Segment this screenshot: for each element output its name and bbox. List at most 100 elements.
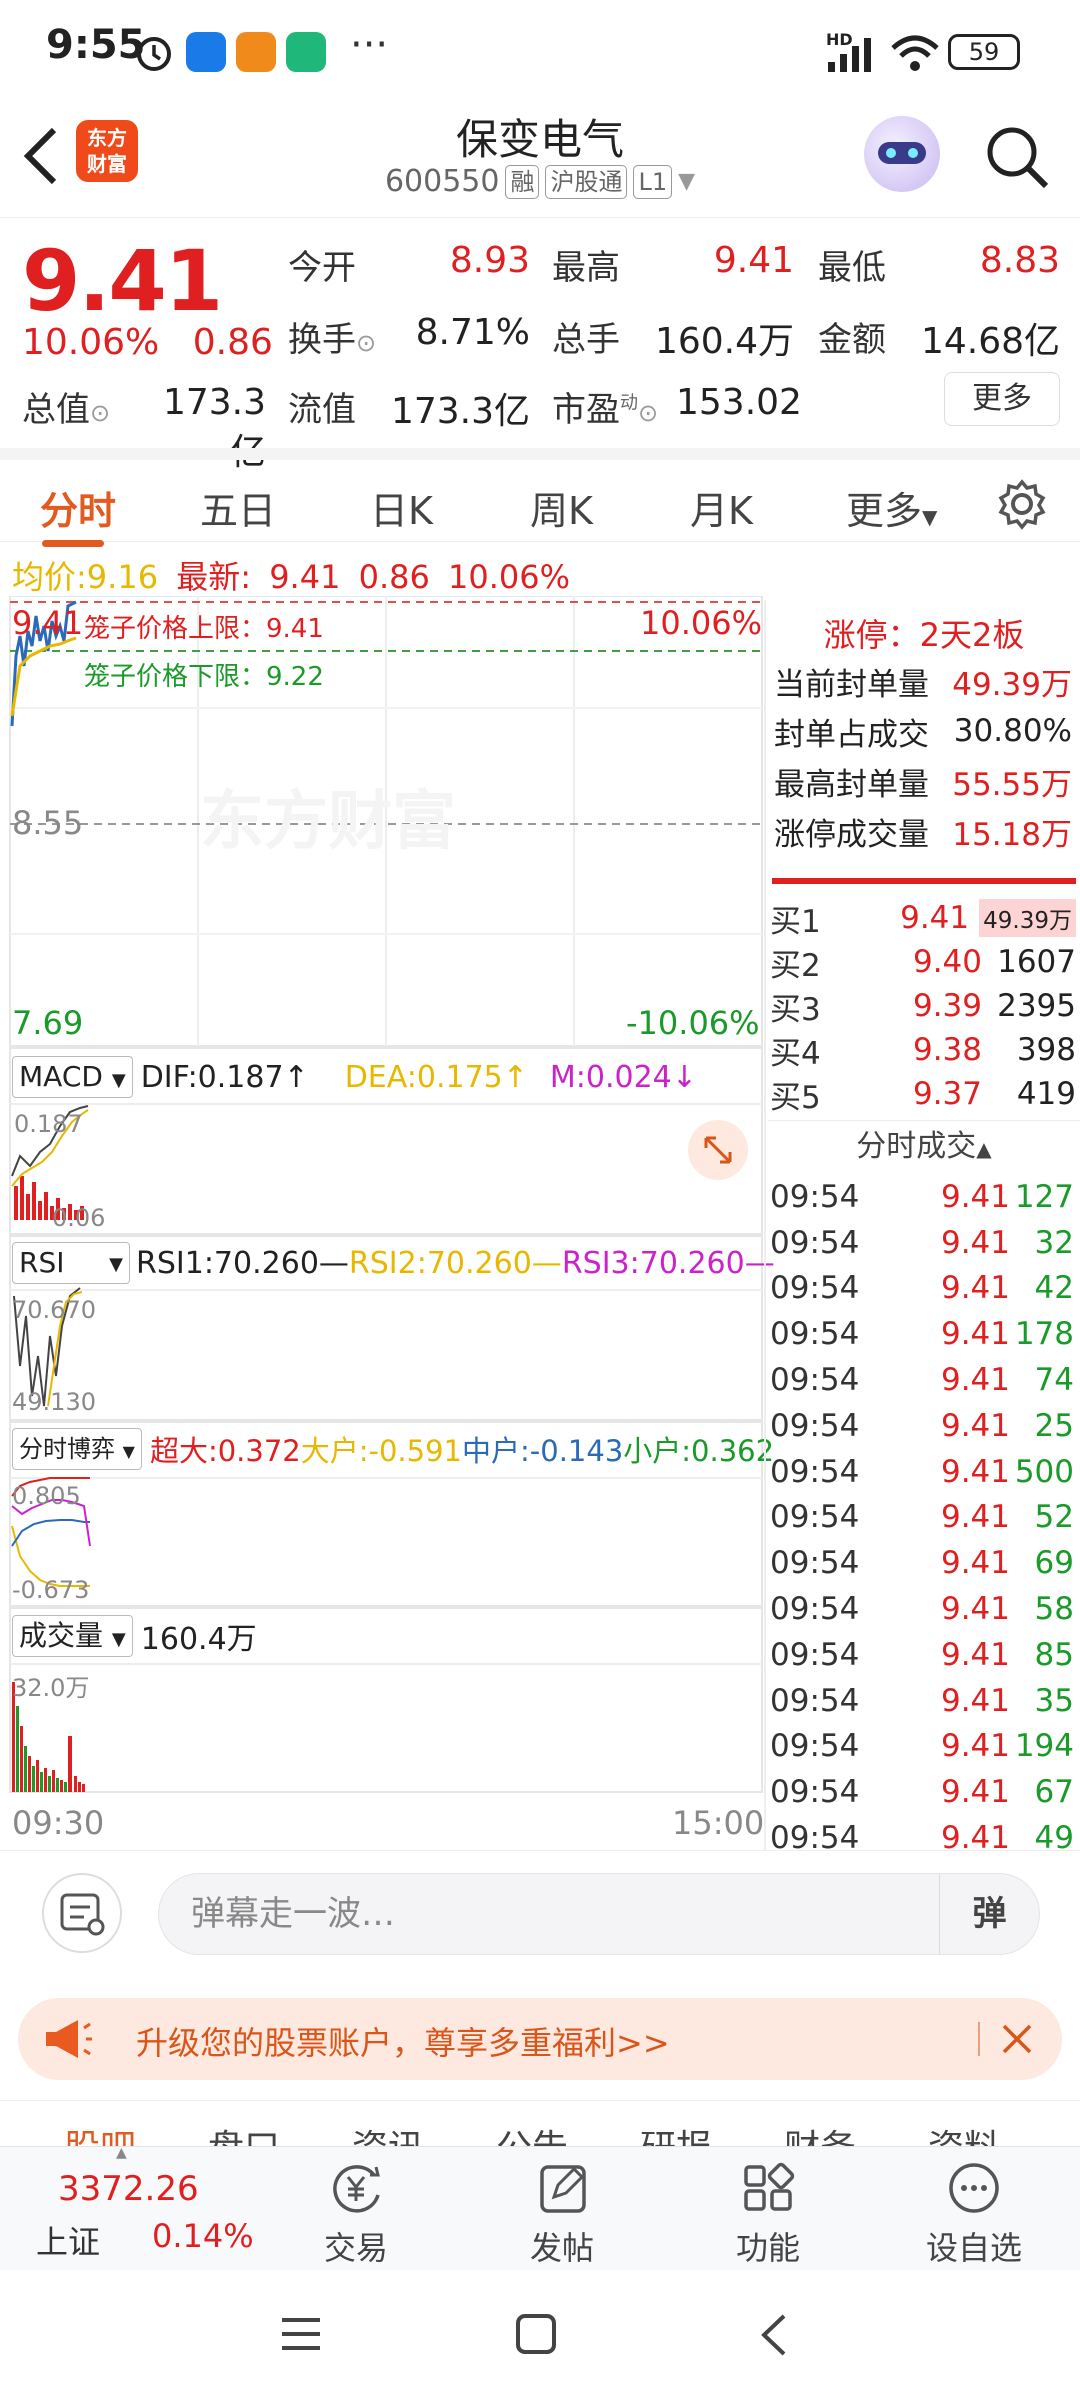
index-name: 上证	[36, 2223, 101, 2261]
trades-header[interactable]: 分时成交▲	[768, 1120, 1080, 1174]
info-tabs: 股吧 盘口 资讯 公告 研报 财务 资料	[0, 2100, 1080, 2146]
back-chevron-icon[interactable]	[756, 2312, 792, 2358]
info-tab-orderbook[interactable]: 盘口	[208, 2119, 280, 2146]
comment-list-icon[interactable]	[42, 1873, 122, 1953]
trade-price: 9.41	[940, 1591, 1010, 1628]
yuan-circle-icon	[333, 2165, 380, 2213]
bid-price: 9.38	[912, 1032, 982, 1068]
limit-row-value: 49.39万	[952, 666, 1072, 703]
turnover-label[interactable]: 换手⊙	[288, 312, 376, 361]
menu-icon[interactable]	[278, 2314, 324, 2354]
price-axis-top: 9.41	[12, 604, 84, 642]
market-cap-label[interactable]: 总值⊙	[22, 382, 110, 431]
pct-axis-bottom: -10.06%	[626, 1004, 760, 1042]
bid-row[interactable]: 买4 9.38 398	[768, 1028, 1080, 1072]
avg-label: 均价:	[12, 558, 87, 596]
bottom-nav: ▲ 3372.26 上证 0.14% 交易 发帖 功能 设自选	[0, 2145, 1080, 2270]
grid-icon	[744, 2162, 795, 2211]
limit-row: 封单占成交 30.80%	[768, 706, 1080, 756]
trade-price: 9.41	[940, 1270, 1010, 1307]
trade-row: 09:54 9.41 194	[768, 1724, 1080, 1770]
trade-price: 9.41	[940, 1224, 1010, 1261]
tab-weekly-k[interactable]: 周K	[530, 480, 593, 535]
limit-row-value: 30.80%	[953, 713, 1072, 749]
nav-post[interactable]: 发帖	[492, 2161, 632, 2269]
more-quote-button[interactable]: 更多	[944, 372, 1060, 426]
limit-row-value: 55.55万	[952, 766, 1072, 803]
trade-price: 9.41	[940, 1728, 1010, 1765]
bid-row[interactable]: 买3 9.39 2395	[768, 984, 1080, 1028]
volume-axis-top: 32.0万	[12, 1674, 90, 1702]
trade-volume: 67	[1034, 1774, 1074, 1811]
pe-label[interactable]: 市盈动⊙	[552, 382, 658, 431]
gear-icon[interactable]	[996, 478, 1048, 530]
tab-monthly-k[interactable]: 月K	[690, 480, 753, 535]
rsi-selector[interactable]: RSI ▼	[12, 1242, 130, 1284]
trade-row: 09:54 9.41 74	[768, 1357, 1080, 1403]
time-axis-start: 09:30	[12, 1804, 105, 1842]
index-value[interactable]: 3372.26	[58, 2169, 199, 2209]
info-tab-finance[interactable]: 财务	[784, 2119, 856, 2146]
bid-volume: 49.39万	[979, 899, 1076, 937]
promo-banner[interactable]: 升级您的股票账户，尊享多重福利>>	[18, 1998, 1062, 2080]
bid-label: 买3	[770, 991, 821, 1028]
tab-daily-k[interactable]: 日K	[370, 480, 433, 535]
danmaku-send-button[interactable]: 弹	[939, 1874, 1039, 1954]
nav-functions[interactable]: 功能	[698, 2161, 838, 2269]
trade-price: 9.41	[940, 1407, 1010, 1444]
trade-row: 09:54 9.41 58	[768, 1586, 1080, 1632]
promo-divider	[978, 2022, 980, 2056]
low-label: 最低	[818, 248, 886, 288]
system-nav-bar	[0, 2270, 1080, 2400]
battery-icon: 59	[948, 34, 1020, 70]
info-tab-profile[interactable]: 资料	[928, 2119, 1000, 2146]
rsi-selector-label: RSI	[19, 1246, 65, 1279]
search-icon[interactable]	[982, 122, 1052, 192]
trade-time: 09:54	[770, 1499, 860, 1536]
price-axis-bottom: 7.69	[12, 1004, 84, 1042]
app-icon-taobao	[236, 32, 276, 72]
trade-time: 09:54	[770, 1270, 860, 1307]
open-label: 今开	[288, 248, 356, 288]
tab-five-day[interactable]: 五日	[200, 480, 276, 535]
trade-volume: 32	[1034, 1224, 1074, 1261]
cage-lower-label: 笼子价格下限：9.22	[84, 662, 324, 692]
robot-assistant-icon[interactable]	[864, 116, 940, 192]
close-icon[interactable]	[998, 2020, 1036, 2058]
info-tab-announcements[interactable]: 公告	[496, 2119, 568, 2146]
volume-selector[interactable]: 成交量 ▼	[12, 1615, 133, 1657]
macd-selector[interactable]: MACD ▼	[12, 1056, 133, 1098]
trade-price: 9.41	[940, 1453, 1010, 1490]
bid-row[interactable]: 买1 9.41 49.39万	[768, 896, 1080, 940]
trade-volume: 42	[1034, 1270, 1074, 1307]
info-tab-forum[interactable]: 股吧	[64, 2119, 136, 2146]
trade-volume: 194	[1014, 1728, 1074, 1765]
trade-time: 09:54	[770, 1591, 860, 1628]
float-cap-value: 173.3亿	[390, 391, 530, 432]
pe-superscript: 动	[620, 392, 638, 414]
info-tab-research[interactable]: 研报	[640, 2119, 712, 2146]
bid-row[interactable]: 买2 9.40 1607	[768, 940, 1080, 984]
trades-list[interactable]: 09:54 9.41 127 09:54 9.41 32 09:54 9.41 42 09:…	[768, 1174, 1080, 1861]
active-tab-indicator	[42, 540, 104, 547]
stock-header: 东方 财富 保变电气 600550 融 沪股通 L1 ▼	[0, 100, 1080, 218]
caret-down-icon: ▼	[111, 1070, 126, 1091]
tag-level: L1	[633, 164, 673, 199]
tab-more[interactable]: 更多▼	[846, 480, 937, 535]
flow-mid: 中户:-0.143	[462, 1434, 624, 1468]
nav-trade[interactable]: 交易	[286, 2161, 426, 2269]
danmaku-input[interactable]: 弹幕走一波… 弹	[158, 1873, 1040, 1955]
flow-selector[interactable]: 分时博弈 ▼	[12, 1428, 142, 1470]
nav-add-watchlist-label: 设自选	[925, 2229, 1022, 2267]
panel-divider	[764, 600, 766, 1850]
tab-intraday[interactable]: 分时	[40, 480, 116, 535]
wifi-icon	[891, 35, 939, 71]
info-tab-news[interactable]: 资讯	[352, 2119, 424, 2146]
trade-volume: 74	[1034, 1362, 1074, 1399]
home-square-icon[interactable]	[514, 2312, 558, 2356]
info-icon: ⊙	[90, 399, 111, 427]
bid-row[interactable]: 买5 9.37 419	[768, 1072, 1080, 1116]
trade-volume: 178	[1014, 1316, 1074, 1353]
limit-row-label: 封单占成交	[774, 716, 929, 753]
nav-add-watchlist[interactable]: 设自选	[904, 2161, 1044, 2269]
